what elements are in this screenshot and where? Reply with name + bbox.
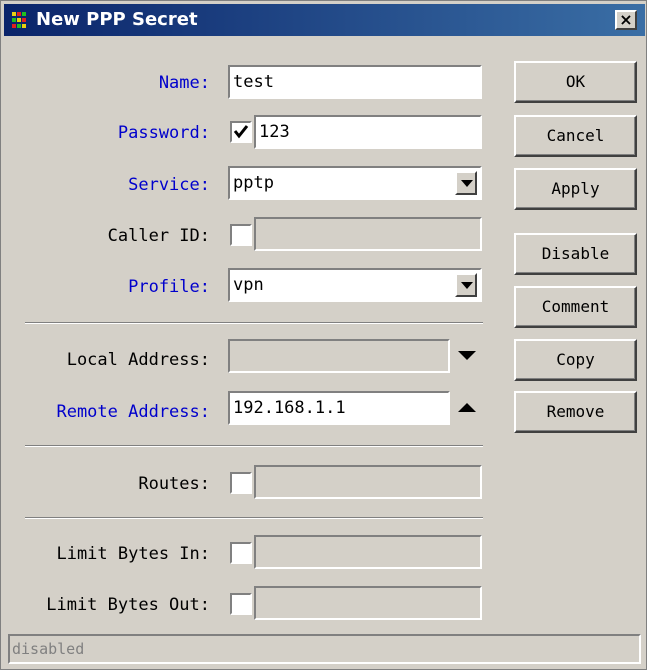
collapse-up-icon[interactable]: [458, 403, 476, 412]
caller-id-field[interactable]: [254, 217, 482, 251]
password-checkbox[interactable]: [230, 121, 252, 143]
service-select[interactable]: pptp: [228, 166, 482, 200]
mikrotik-logo-icon: [12, 12, 26, 28]
checkmark-icon: [233, 125, 249, 139]
service-label: Service:: [128, 175, 210, 195]
caller-id-checkbox[interactable]: [230, 224, 252, 246]
remove-button[interactable]: Remove: [514, 391, 637, 433]
service-value: pptp: [233, 173, 274, 193]
ok-button[interactable]: OK: [514, 61, 637, 103]
routes-field[interactable]: [254, 465, 482, 499]
comment-button[interactable]: Comment: [514, 286, 637, 328]
routes-checkbox[interactable]: [230, 472, 252, 494]
disable-button[interactable]: Disable: [514, 233, 637, 275]
profile-value: vpn: [233, 275, 264, 295]
close-icon: ×: [619, 10, 633, 29]
profile-label: Profile:: [128, 277, 210, 297]
local-address-field[interactable]: [228, 339, 450, 373]
name-label: Name:: [158, 73, 210, 93]
dialog-window: New PPP Secret × Name: test Password: 12…: [0, 0, 647, 670]
copy-button[interactable]: Copy: [514, 339, 637, 381]
cancel-button[interactable]: Cancel: [514, 115, 637, 157]
separator: [25, 445, 483, 447]
routes-label: Routes:: [138, 474, 210, 494]
password-label: Password:: [117, 123, 210, 143]
caller-id-label: Caller ID:: [107, 226, 210, 246]
limit-bytes-in-label: Limit Bytes In:: [56, 544, 210, 564]
name-field[interactable]: test: [228, 65, 482, 99]
limit-bytes-out-field[interactable]: [254, 586, 482, 620]
remote-address-field[interactable]: 192.168.1.1: [228, 391, 450, 425]
window-title: New PPP Secret: [36, 9, 198, 30]
separator: [25, 322, 483, 324]
limit-bytes-out-checkbox[interactable]: [230, 593, 252, 615]
chevron-down-icon: [461, 180, 473, 187]
chevron-down-icon: [461, 282, 473, 289]
password-field[interactable]: 123: [254, 115, 482, 149]
expand-down-icon[interactable]: [458, 351, 476, 360]
limit-bytes-in-field[interactable]: [254, 535, 482, 569]
profile-dropdown-button[interactable]: [455, 273, 477, 297]
close-button[interactable]: ×: [615, 10, 637, 30]
local-address-label: Local Address:: [66, 350, 210, 370]
title-bar[interactable]: New PPP Secret ×: [4, 4, 645, 36]
limit-bytes-out-label: Limit Bytes Out:: [46, 595, 210, 615]
status-bar: disabled: [8, 634, 641, 664]
profile-select[interactable]: vpn: [228, 268, 482, 302]
remote-address-label: Remote Address:: [56, 402, 210, 422]
limit-bytes-in-checkbox[interactable]: [230, 542, 252, 564]
separator: [25, 517, 483, 519]
service-dropdown-button[interactable]: [455, 171, 477, 195]
apply-button[interactable]: Apply: [514, 168, 637, 210]
